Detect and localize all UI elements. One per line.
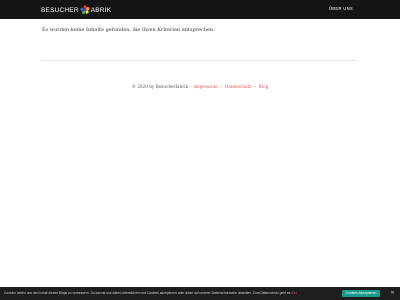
footer-link-datenschutz[interactable]: Datenschutz — [225, 84, 252, 89]
no-results-message: Es wurden keine Inhalte gefunden, die Ih… — [42, 27, 215, 33]
logo-text-part: ABRIK — [90, 6, 112, 14]
cookie-banner: Cookies helfen uns den Inhalt dieses Blo… — [0, 287, 400, 300]
site-footer: © 2020 by Besucherfabrik – Impressum – D… — [0, 84, 400, 89]
cookie-notice-text: Cookies helfen uns den Inhalt dieses Blo… — [4, 291, 291, 295]
site-logo[interactable]: BESUCHER ABRIK — [41, 4, 111, 16]
nav-link-about[interactable]: ÜBER UNS — [329, 6, 353, 11]
logo-text-part: BESUCHER — [41, 6, 79, 14]
footer-separator: – — [220, 84, 223, 89]
site-header: BESUCHER ABRIK ÜBER UNS — [0, 0, 400, 19]
footer-link-blog[interactable]: Blog — [259, 84, 269, 89]
content-divider — [42, 60, 357, 61]
footer-link-impressum[interactable]: Impressum — [194, 84, 218, 89]
cookie-notice: Cookies helfen uns den Inhalt dieses Blo… — [4, 291, 340, 295]
cookie-privacy-link[interactable]: hier — [291, 291, 297, 295]
main-content — [0, 19, 400, 300]
footer-copyright: © 2020 by Besucherfabrik – — [131, 84, 192, 89]
accept-cookies-button[interactable]: Cookies Akzeptieren — [342, 290, 380, 297]
close-icon[interactable]: ✕ — [389, 290, 396, 297]
footer-separator: – — [254, 84, 257, 89]
flower-logo-icon — [80, 5, 90, 15]
